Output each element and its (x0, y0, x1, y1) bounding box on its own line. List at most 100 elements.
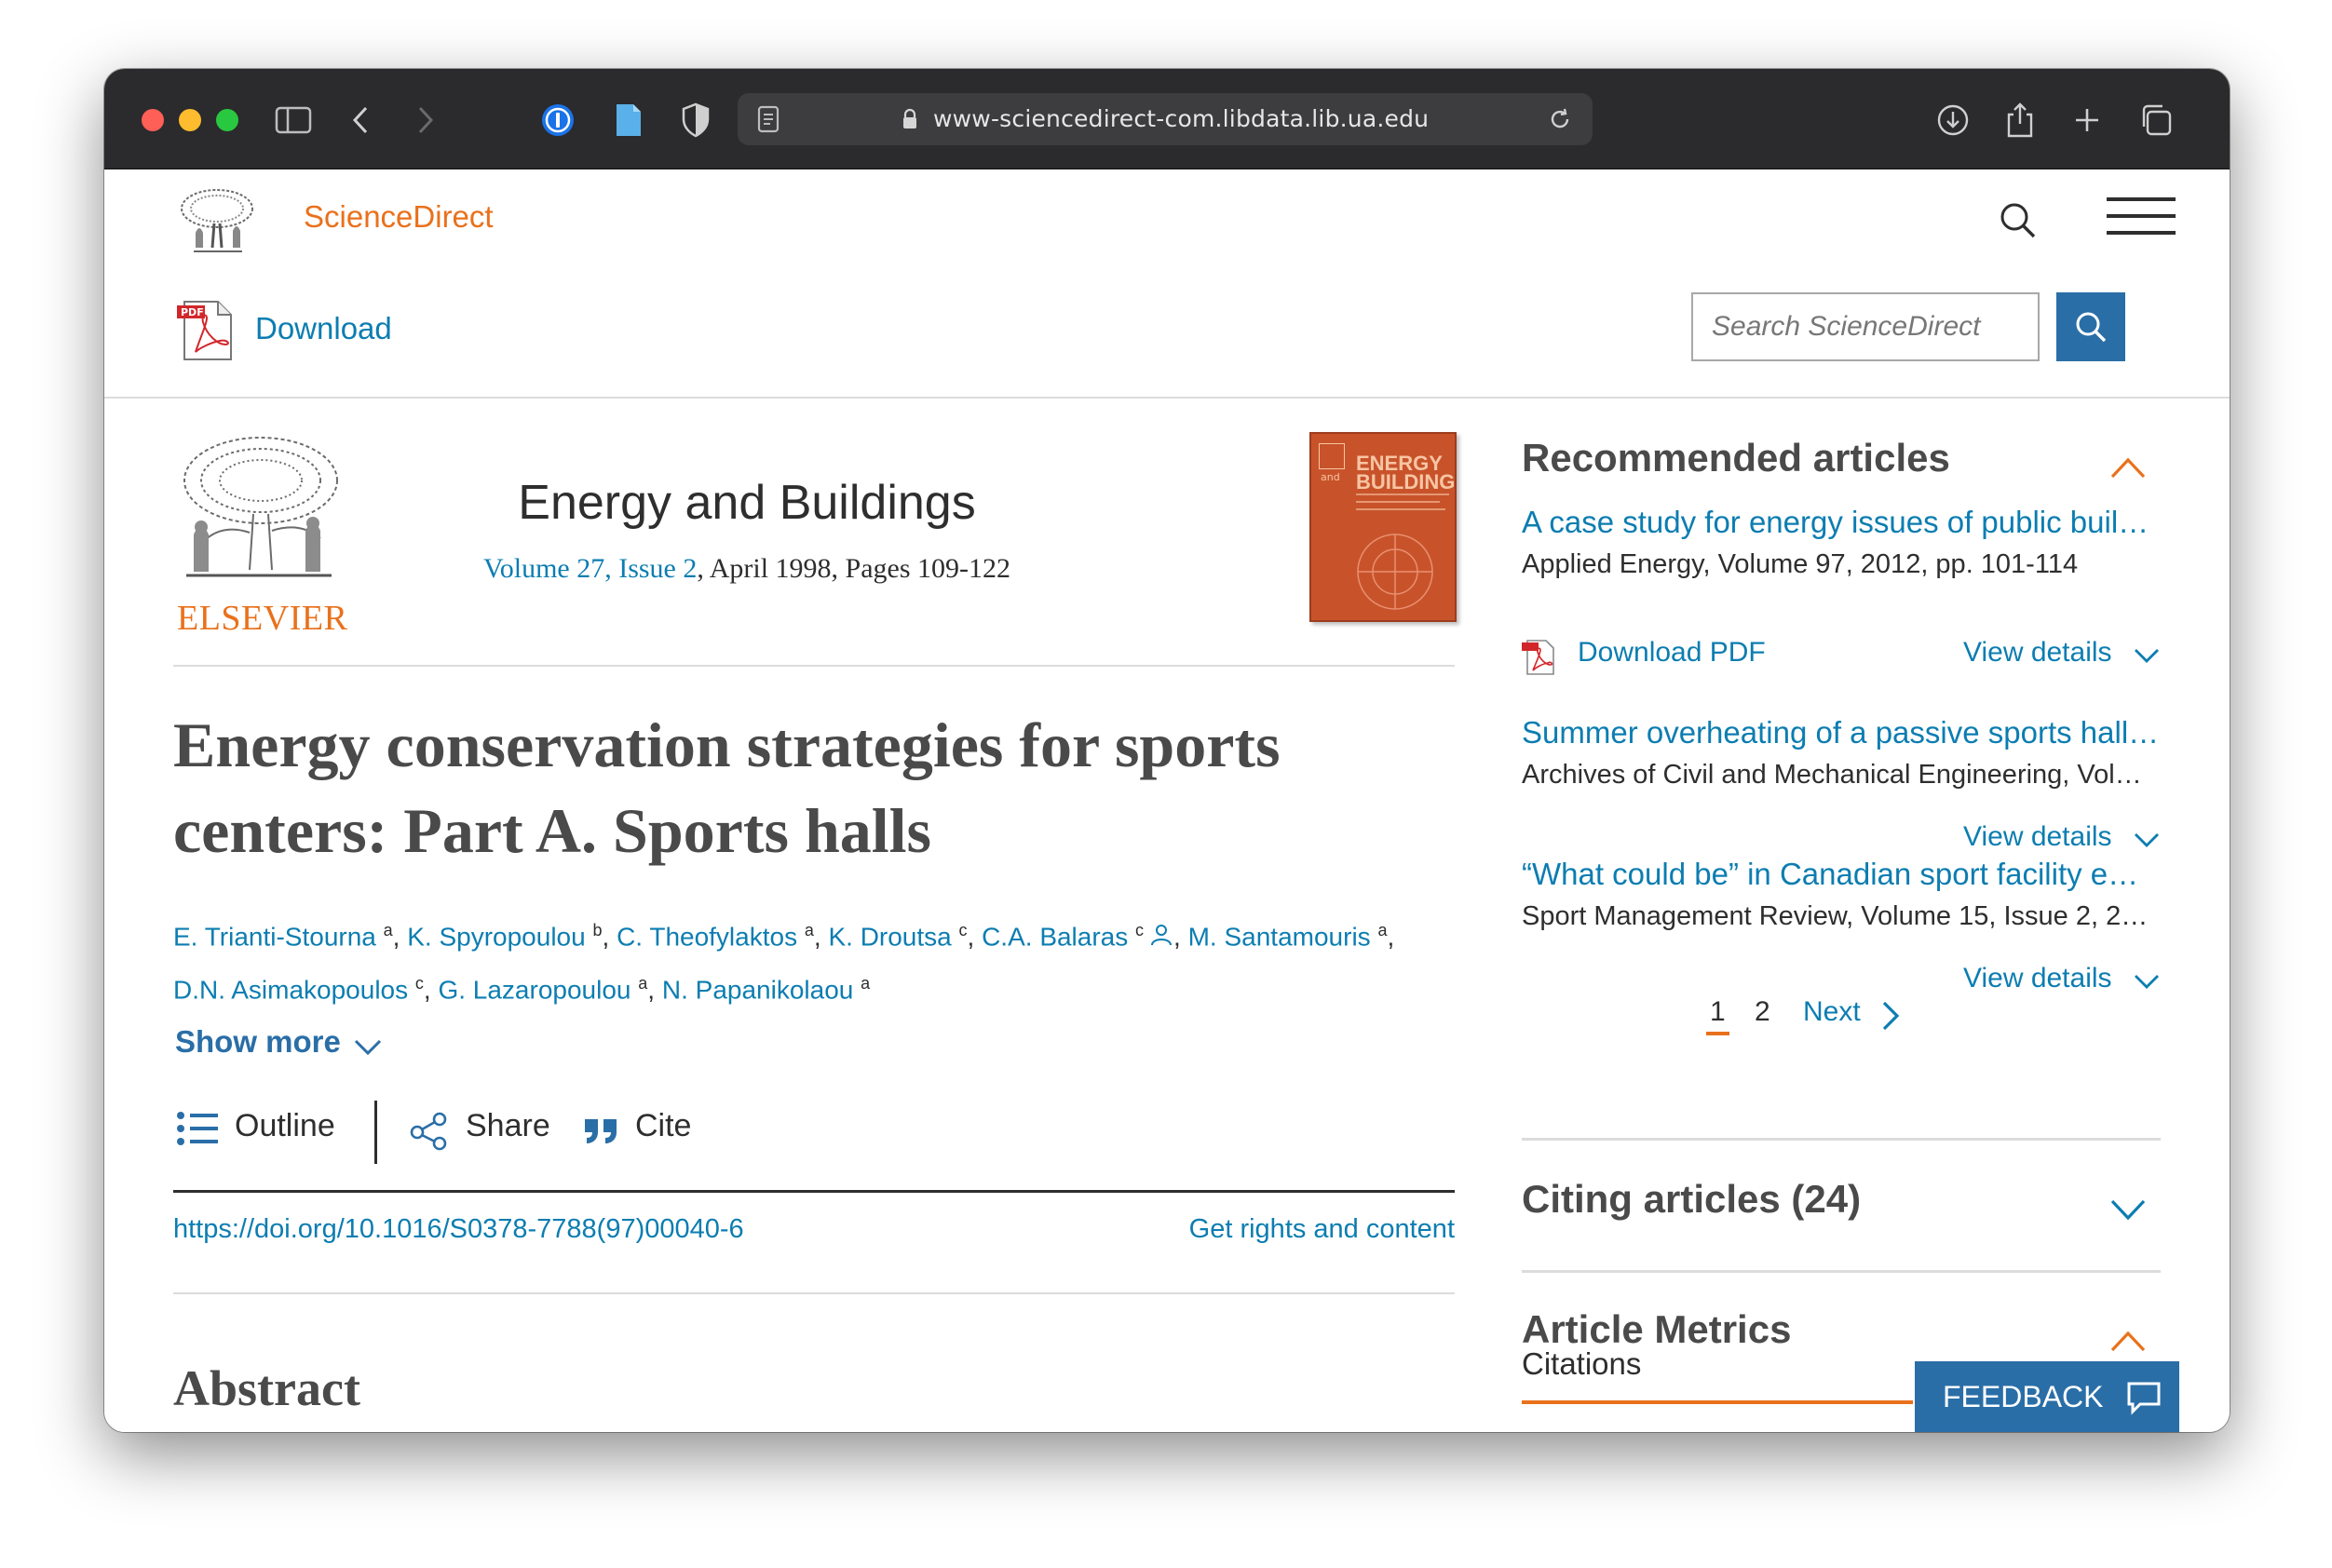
author-affiliation[interactable]: a (861, 974, 870, 993)
author-link[interactable]: K. Spyropoulou (407, 922, 585, 951)
author-affiliation[interactable]: b (592, 921, 602, 939)
citing-articles-heading[interactable]: Citing articles (24) (1522, 1177, 1861, 1222)
back-icon[interactable] (339, 99, 382, 142)
chevron-up-icon[interactable] (2108, 1328, 2148, 1354)
quote-icon[interactable] (583, 1114, 628, 1158)
cover-title: ENERGYBUILDINGS (1356, 453, 1455, 493)
recommended-article-source: Applied Energy, Volume 97, 2012, pp. 101… (1522, 549, 2079, 579)
journal-cover-image[interactable]: ENERGYBUILDINGS and (1309, 432, 1457, 622)
chevron-up-icon[interactable] (2108, 454, 2148, 480)
header-search-icon[interactable] (1995, 197, 2041, 244)
chevron-down-icon[interactable] (2108, 1197, 2148, 1223)
author-link[interactable]: G. Lazaropoulou (438, 976, 630, 1005)
share-button[interactable]: Share (466, 1108, 550, 1144)
outline-button[interactable]: Outline (235, 1108, 335, 1144)
show-more-button[interactable]: Show more (175, 1024, 341, 1060)
get-rights-link[interactable]: Get rights and content (1175, 1214, 1455, 1245)
share-network-icon[interactable] (408, 1110, 453, 1155)
author-link[interactable]: C.A. Balaras (982, 922, 1128, 951)
citations-underline (1522, 1400, 1913, 1404)
chevron-down-icon[interactable] (2133, 831, 2161, 849)
tab-overview-icon[interactable] (2135, 99, 2177, 142)
minimize-window-button[interactable] (179, 109, 201, 131)
recommended-article-title[interactable]: “What could be” in Canadian sport facili… (1522, 857, 2174, 892)
author-affiliation[interactable]: a (1377, 921, 1387, 939)
search-button[interactable] (2056, 292, 2125, 361)
pdf-small-icon[interactable] (1520, 639, 1557, 676)
abstract-heading: Abstract (173, 1360, 360, 1416)
volume-issue-link[interactable]: Volume 27, Issue 2 (483, 553, 697, 584)
recommended-article-title[interactable]: Summer overheating of a passive sports h… (1522, 715, 2174, 750)
author-list: E. Trianti-Stourna a, K. Spyropoulou b, … (173, 921, 1395, 1005)
header-divider (104, 397, 2230, 399)
article-title: Energy conservation strategies for sport… (173, 710, 1281, 866)
recommended-article-title[interactable]: A case study for energy issues of public… (1522, 505, 2174, 540)
reader-view-icon[interactable] (747, 98, 790, 141)
chevron-down-icon[interactable] (2133, 972, 2161, 991)
url-text: www-sciencedirect-com.libdata.lib.ua.edu (933, 105, 1430, 132)
author-affiliation[interactable]: a (805, 921, 814, 939)
doi-link[interactable]: https://doi.org/10.1016/S0378-7788(97)00… (173, 1214, 744, 1245)
author-affiliation[interactable]: a (384, 921, 393, 939)
author-link[interactable]: D.N. Asimakopoulos (173, 976, 408, 1005)
speech-bubble-icon (2127, 1382, 2161, 1415)
address-bar[interactable]: www-sciencedirect-com.libdata.lib.ua.edu (738, 93, 1593, 145)
view-details-link[interactable]: View details (1963, 637, 2112, 669)
author-affiliation[interactable]: c (959, 921, 968, 939)
author-affiliation[interactable]: c (415, 974, 424, 993)
pagination-next[interactable]: Next (1803, 996, 1861, 1028)
author-affiliation[interactable]: a (638, 974, 647, 993)
author-link[interactable]: K. Droutsa (828, 922, 951, 951)
download-pdf-link[interactable]: Download (255, 311, 392, 346)
password-manager-icon[interactable] (536, 99, 579, 142)
search-icon (2076, 312, 2107, 343)
recommended-download-pdf-link[interactable]: Download PDF (1578, 637, 1766, 669)
document-extension-icon[interactable] (607, 99, 650, 142)
svg-text:PDF: PDF (181, 306, 204, 318)
chevron-down-icon[interactable] (2133, 646, 2161, 665)
chevron-down-icon[interactable] (352, 1035, 384, 1058)
view-details-link[interactable]: View details (1963, 963, 2112, 994)
chevron-right-icon[interactable] (1879, 998, 1902, 1034)
share-icon[interactable] (1999, 99, 2041, 142)
recommended-articles-heading[interactable]: Recommended articles (1522, 436, 1950, 480)
sciencedirect-brand-link[interactable]: ScienceDirect (304, 199, 494, 235)
view-details-link[interactable]: View details (1963, 821, 2112, 853)
outline-list-icon[interactable] (175, 1106, 220, 1151)
feedback-label: FEEDBACK (1943, 1379, 2104, 1413)
feedback-button[interactable]: FEEDBACK (1915, 1361, 2179, 1432)
search-input[interactable] (1691, 292, 2040, 361)
author-link[interactable]: E. Trianti-Stourna (173, 922, 376, 951)
article-metrics-heading[interactable]: Article Metrics (1522, 1307, 1791, 1352)
elsevier-tree-logo[interactable] (175, 186, 259, 257)
pagination-page-1[interactable]: 1 (1706, 996, 1729, 1035)
downloads-icon[interactable] (1932, 99, 1974, 142)
pdf-icon[interactable]: PDF (173, 298, 238, 363)
browser-toolbar: www-sciencedirect-com.libdata.lib.ua.edu (104, 69, 2230, 169)
recommended-article-source: Sport Management Review, Volume 15, Issu… (1522, 901, 2149, 931)
author-link[interactable]: N. Papanikolaou (662, 976, 853, 1005)
zoom-window-button[interactable] (216, 109, 238, 131)
privacy-shield-icon[interactable] (674, 99, 717, 142)
elsevier-wordmark[interactable]: ELSEVIER (177, 598, 347, 639)
forward-icon[interactable] (404, 99, 447, 142)
issue-date-pages: , April 1998, Pages 109-122 (697, 553, 1011, 584)
author-affiliation[interactable]: c (1135, 921, 1144, 939)
close-window-button[interactable] (142, 109, 164, 131)
hamburger-menu-icon[interactable] (2107, 197, 2176, 238)
lock-icon (896, 98, 924, 141)
new-tab-icon[interactable] (2066, 99, 2108, 142)
pagination-page-2[interactable]: 2 (1755, 996, 1770, 1028)
journal-title-link[interactable]: Energy and Buildings (477, 475, 1017, 531)
cite-button[interactable]: Cite (635, 1108, 691, 1144)
journal-divider (173, 665, 1455, 667)
person-icon[interactable] (1149, 923, 1173, 947)
toolbar-divider-line (173, 1190, 1455, 1193)
reload-icon[interactable] (1539, 98, 1581, 141)
sidebar-toggle-icon[interactable] (272, 99, 315, 142)
doi-divider (173, 1292, 1455, 1294)
elsevier-logo-image[interactable] (173, 430, 343, 583)
author-link[interactable]: C. Theofylaktos (617, 922, 797, 951)
author-link[interactable]: M. Santamouris (1188, 922, 1371, 951)
toolbar-divider (374, 1101, 377, 1164)
